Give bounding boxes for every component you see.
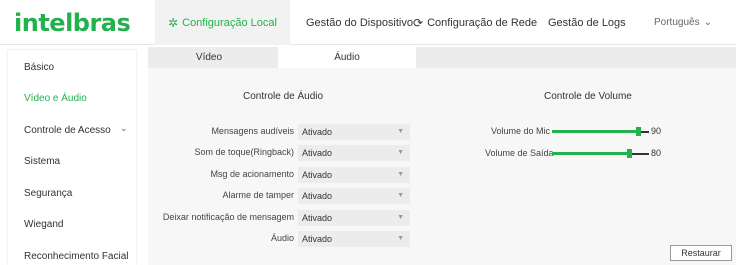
language-label: Português	[654, 17, 700, 28]
audio-control-title: Controle de Áudio	[243, 91, 324, 102]
sidebar-item-video-audio[interactable]: Vídeo e Áudio	[24, 93, 87, 104]
row-label-mensagens: Mensagens audíveis	[211, 126, 294, 136]
gear-icon: ✲	[168, 15, 179, 30]
row-label-tamper: Alarme de tamper	[222, 190, 294, 200]
volume-saida-track	[632, 152, 649, 155]
volume-mic-label: Volume do Mic	[491, 126, 551, 136]
sidebar-item-basico[interactable]: Básico	[24, 62, 54, 73]
select-value: Ativado	[302, 191, 333, 201]
nav-configuracao-rede-label: Configuração de Rede	[427, 16, 538, 29]
dropdown-arrow-icon: ▼	[397, 149, 404, 156]
dropdown-arrow-icon: ▼	[397, 235, 404, 242]
nav-configuracao-rede[interactable]: ⟳ Configuração de Rede	[413, 0, 543, 45]
row-label-notificacao: Deixar notificação de mensagem	[162, 212, 294, 222]
sidebar-item-wiegand[interactable]: Wiegand	[24, 219, 63, 230]
alarme-tamper-select[interactable]: Ativado ▼	[298, 188, 410, 204]
notificacao-mensagem-select[interactable]: Ativado ▼	[298, 210, 410, 226]
select-value: Ativado	[302, 127, 333, 137]
row-label-audio: Áudio	[270, 233, 294, 243]
nav-configuracao-local[interactable]: ✲ Configuração Local	[155, 0, 290, 45]
audio-select[interactable]: Ativado ▼	[298, 231, 410, 247]
nav-gestao-logs[interactable]: Gestão de Logs	[548, 0, 633, 45]
main-content: Vídeo Áudio Controle de Áudio Controle d…	[148, 47, 736, 265]
volume-control-title: Controle de Volume	[544, 91, 632, 102]
volume-mic-value: 90	[651, 126, 662, 136]
sidebar-item-seguranca[interactable]: Segurança	[24, 188, 72, 199]
nav-gestao-logs-label: Gestão de Logs	[548, 16, 626, 29]
sidebar-item-sistema[interactable]: Sistema	[24, 156, 60, 167]
msg-acionamento-select[interactable]: Ativado ▼	[298, 167, 410, 183]
dropdown-arrow-icon: ▼	[397, 171, 404, 178]
volume-saida-slider[interactable]	[552, 149, 649, 158]
network-icon: ⟳	[413, 15, 424, 30]
volume-saida-label: Volume de Saída	[485, 148, 554, 158]
som-toque-select[interactable]: Ativado ▼	[298, 145, 410, 161]
select-value: Ativado	[302, 234, 333, 244]
intelbras-logo: intelbras	[14, 9, 131, 37]
select-value: Ativado	[302, 148, 333, 158]
dropdown-arrow-icon: ▼	[397, 214, 404, 221]
sidebar-item-reconhecimento-facial[interactable]: Reconhecimento Facial	[24, 251, 129, 262]
restore-button[interactable]: Restaurar	[670, 245, 732, 261]
dropdown-arrow-icon: ▼	[397, 192, 404, 199]
select-value: Ativado	[302, 213, 333, 223]
top-navigation-bar: intelbras ✲ Configuração Local Gestão do…	[0, 0, 736, 45]
sidebar: Básico Vídeo e Áudio Controle de Acesso …	[8, 50, 136, 265]
chevron-down-icon: ⌄	[703, 17, 712, 28]
nav-gestao-dispositivo[interactable]: Gestão do Dispositivo	[296, 0, 416, 45]
sidebar-item-controle-acesso[interactable]: Controle de Acesso	[24, 125, 111, 136]
tab-bar: Vídeo Áudio	[148, 47, 736, 68]
chevron-down-icon[interactable]: ⌄	[120, 123, 128, 134]
dropdown-arrow-icon: ▼	[397, 128, 404, 135]
volume-saida-value: 80	[651, 148, 662, 158]
nav-gestao-dispositivo-label: Gestão do Dispositivo	[306, 16, 413, 29]
volume-mic-slider[interactable]	[552, 127, 649, 136]
row-label-ringback: Som de toque(Ringback)	[194, 147, 294, 157]
row-label-acionamento: Msg de acionamento	[210, 169, 294, 179]
nav-configuracao-local-label: Configuração Local	[182, 16, 277, 29]
volume-mic-track	[641, 130, 649, 133]
mensagens-audiveis-select[interactable]: Ativado ▼	[298, 124, 410, 140]
select-value: Ativado	[302, 170, 333, 180]
tab-video[interactable]: Vídeo	[148, 47, 270, 68]
language-select[interactable]: Português ⌄	[654, 0, 724, 45]
tab-audio[interactable]: Áudio	[278, 47, 416, 68]
